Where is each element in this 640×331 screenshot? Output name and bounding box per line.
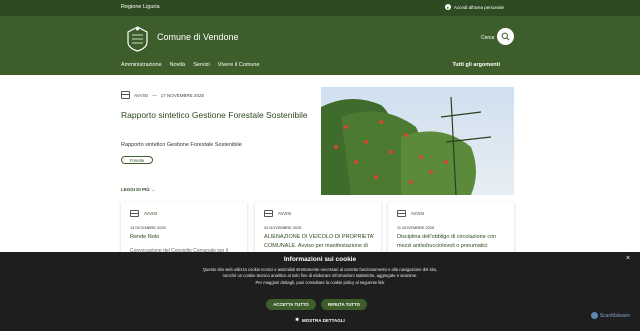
- search-icon: [501, 32, 510, 41]
- top-bar: Regione Liguria ● Accedi all'area person…: [0, 0, 640, 16]
- search-button[interactable]: [497, 28, 514, 45]
- hero-meta: AVVISI — 17 NOVEMBRE 2025: [121, 91, 204, 99]
- login-link[interactable]: ● Accedi all'area personale: [444, 4, 504, 10]
- reject-all-button[interactable]: RIFIUTA TUTTO: [321, 299, 367, 310]
- hero-tag[interactable]: Foreste: [121, 156, 154, 164]
- hero-description: Rapporto sintetico Gestione Forestale So…: [121, 142, 242, 148]
- cookie-text: Questo sito web utilizza cookie tecnici …: [200, 267, 440, 286]
- hero-date: 17 NOVEMBRE 2025: [160, 92, 204, 98]
- nav-item-novita[interactable]: Novità: [170, 62, 186, 68]
- card-title[interactable]: ALIENAZIONE DI VEICOLO DI PROPRIETA' COM…: [264, 233, 376, 251]
- card-category: AVVISI: [130, 210, 157, 217]
- watermark-logo-icon: [590, 312, 598, 319]
- card-title[interactable]: Disciplina dell'obbligo di circolazione …: [397, 233, 509, 251]
- card-title[interactable]: Rende Noto: [130, 233, 242, 242]
- header: Comune di Vendone Cerca Amministrazione …: [0, 16, 640, 75]
- card-category-label[interactable]: AVVISI: [144, 211, 157, 216]
- card-category: AVVISI: [264, 210, 291, 217]
- card-category: AVVISI: [397, 210, 424, 217]
- show-details-link[interactable]: ✱ MOSTRA DETTAGLI: [0, 317, 640, 323]
- read-more-label: LEGGI DI PIÙ: [121, 187, 150, 192]
- show-details-label: MOSTRA DETTAGLI: [302, 317, 345, 323]
- calendar-icon: [397, 210, 406, 217]
- region-link[interactable]: Regione Liguria: [121, 4, 160, 10]
- cookie-banner: × Informazioni sui cookie Questo sito we…: [0, 252, 640, 331]
- read-more-link[interactable]: LEGGI DI PIÙ →: [121, 187, 155, 192]
- nav-item-amministrazione[interactable]: Amministrazione: [121, 62, 162, 68]
- user-icon: ●: [444, 4, 451, 10]
- gear-icon: ✱: [295, 317, 300, 322]
- login-label: Accedi all'area personale: [453, 4, 504, 10]
- calendar-icon: [121, 91, 130, 99]
- hero-title[interactable]: Rapporto sintetico Gestione Forestale So…: [121, 108, 311, 122]
- watermark: ScanMalware: [590, 312, 630, 319]
- calendar-icon: [264, 210, 273, 217]
- accept-all-button[interactable]: ACCETTA TUTTO: [266, 299, 316, 310]
- cookie-text-main: Questo sito web utilizza cookie tecnici …: [202, 267, 438, 279]
- card-date: 11 NOVEMBRE 2025: [397, 225, 435, 230]
- site-title[interactable]: Comune di Vendone: [157, 32, 239, 42]
- cookie-policy-link[interactable]: Per maggiori dettagli, puoi consultare l…: [256, 280, 385, 285]
- watermark-label: ScanMalware: [599, 312, 630, 319]
- nav-item-vivere[interactable]: Vivere il Comune: [218, 62, 260, 68]
- search-label: Cerca: [481, 35, 495, 41]
- hero-separator: —: [152, 92, 157, 98]
- cookie-title: Informazioni sui cookie: [283, 256, 357, 263]
- card-category-label[interactable]: AVVISI: [411, 211, 424, 216]
- nav-all-topics[interactable]: Tutti gli argomenti: [452, 62, 500, 68]
- card-date: 24 NOVEMBRE 2025: [264, 225, 302, 230]
- card-date: 13 DICEMBRE 2025: [130, 225, 166, 230]
- main-nav: Amministrazione Novità Servizi Vivere il…: [121, 62, 260, 68]
- calendar-icon: [130, 210, 139, 217]
- crest-icon[interactable]: [125, 24, 150, 52]
- nav-item-servizi[interactable]: Servizi: [193, 62, 210, 68]
- hero-category[interactable]: AVVISI: [134, 93, 148, 98]
- hero-image: [321, 87, 514, 195]
- card-category-label[interactable]: AVVISI: [278, 211, 291, 216]
- arrow-right-icon: →: [150, 187, 156, 192]
